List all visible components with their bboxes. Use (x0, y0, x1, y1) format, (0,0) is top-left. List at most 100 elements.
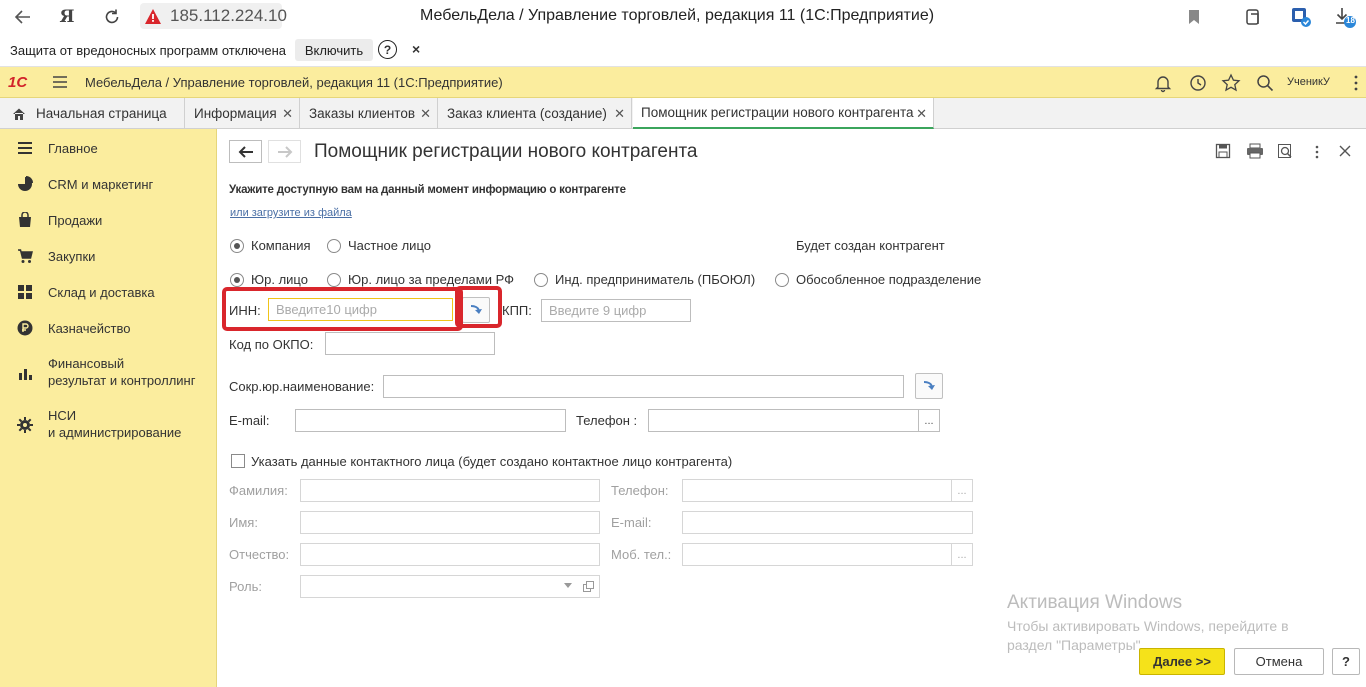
first-name-label: Имя: (229, 515, 258, 530)
radio-label: Компания (251, 238, 311, 253)
phone-label: Телефон : (576, 413, 638, 428)
sidebar-item-label: Казначейство (48, 321, 131, 336)
bag-icon (17, 212, 33, 228)
radio-individual-entrepreneur[interactable]: Инд. предприниматель (ПБОЮЛ) (534, 272, 755, 287)
help-button[interactable]: ? (1332, 648, 1360, 675)
close-tab-icon[interactable]: ✕ (916, 106, 927, 122)
radio-label: Обособленное подразделение (796, 272, 982, 287)
role-select[interactable] (300, 575, 600, 598)
sidebar-item-purchases[interactable]: Закупки (0, 247, 217, 269)
radio-legal-entity[interactable]: Юр. лицо (230, 272, 308, 287)
short-name-label: Сокр.юр.наименование: (229, 379, 375, 394)
close-icon[interactable] (1337, 143, 1355, 161)
bell-icon[interactable] (1153, 73, 1173, 93)
window-title: МебельДела / Управление торговлей, редак… (420, 7, 935, 24)
windows-activation-title: Активация Windows (1007, 592, 1183, 613)
protection-message: Защита от вредоносных программ отключена (10, 43, 287, 58)
tab-order-create[interactable]: Заказ клиента (создание) ✕ (439, 98, 632, 129)
close-tab-icon[interactable]: ✕ (420, 106, 431, 122)
okpo-input[interactable] (325, 332, 495, 355)
radio-company[interactable]: Компания (230, 238, 311, 253)
star-icon[interactable] (1221, 73, 1241, 93)
tabs-bar: Начальная страница Информация ✕ Заказы к… (0, 98, 1366, 129)
close-icon[interactable]: × (412, 41, 420, 57)
inn-placeholder: Введите10 цифр (276, 302, 377, 317)
radio-foreign-legal-entity[interactable]: Юр. лицо за пределами РФ (327, 272, 514, 287)
contact-phone-input[interactable] (682, 479, 952, 502)
patronymic-input[interactable] (300, 543, 600, 566)
sidebar-item-main[interactable]: Главное (0, 139, 217, 161)
tab-home[interactable]: Начальная страница (0, 98, 185, 129)
open-icon[interactable] (583, 581, 594, 592)
mobile-input[interactable] (682, 543, 952, 566)
sidebar-item-admin[interactable]: НСИ и администрирование (0, 407, 217, 445)
radio-indicator (775, 272, 789, 287)
sidebar-item-label: CRM и маркетинг (48, 177, 154, 192)
sidebar-item-label: НСИ и администрирование (48, 408, 182, 440)
sidebar-item-finance[interactable]: Финансовый результат и контроллинг (0, 355, 217, 393)
phone-input[interactable] (648, 409, 919, 432)
email-input[interactable] (295, 409, 566, 432)
fill-by-name-button[interactable] (915, 373, 943, 399)
sidebar-item-treasury[interactable]: Казначейство (0, 319, 217, 341)
downloads-icon[interactable]: 18 (1334, 6, 1356, 28)
main-menu-icon[interactable] (51, 73, 69, 91)
sidebar-item-sales[interactable]: Продажи (0, 211, 217, 233)
load-from-file-link[interactable]: или загрузите из файла (230, 207, 352, 219)
sidebar-item-warehouse[interactable]: Склад и доставка (0, 283, 217, 305)
radio-private-person[interactable]: Частное лицо (327, 238, 431, 253)
more-vertical-icon[interactable] (1308, 143, 1326, 161)
fill-by-inn-button[interactable] (462, 297, 490, 323)
help-icon[interactable]: ? (378, 40, 397, 59)
app-header: 1С МебельДела / Управление торговлей, ре… (0, 67, 1366, 98)
sidebar-item-label: Финансовый результат и контроллинг (48, 356, 196, 388)
last-name-input[interactable] (300, 479, 600, 502)
address-bar[interactable]: 185.112.224.10 (140, 3, 287, 29)
search-icon[interactable] (1255, 73, 1275, 93)
reload-icon[interactable] (101, 6, 123, 28)
contact-phone-select-button[interactable]: ... (951, 479, 973, 502)
form-title: Помощник регистрации нового контрагента (314, 141, 698, 162)
tab-label: Информация (194, 106, 277, 121)
inn-input[interactable]: Введите10 цифр (268, 298, 453, 321)
home-icon (12, 107, 26, 121)
cancel-button[interactable]: Отмена (1234, 648, 1324, 675)
sidebar-item-label: Продажи (48, 213, 103, 228)
phone-select-button[interactable]: ... (918, 409, 940, 432)
radio-label: Инд. предприниматель (ПБОЮЛ) (555, 272, 756, 287)
mobile-select-button[interactable]: ... (951, 543, 973, 566)
enable-protection-button[interactable]: Включить (295, 39, 373, 61)
tab-registration-wizard[interactable]: Помощник регистрации нового контрагента … (633, 98, 934, 129)
yandex-icon[interactable]: Я (56, 6, 78, 28)
save-icon[interactable] (1215, 143, 1233, 161)
extension-icon[interactable] (1290, 6, 1312, 28)
sidebar-item-crm[interactable]: CRM и маркетинг (0, 175, 217, 197)
address-text: 185.112.224.10 (170, 6, 287, 25)
next-button[interactable]: Далее >> (1139, 648, 1225, 675)
bar-chart-icon (17, 365, 33, 381)
collections-icon[interactable] (1243, 6, 1265, 28)
preview-icon[interactable] (1277, 143, 1295, 161)
kpp-label: КПП: (502, 303, 532, 318)
contact-person-checkbox[interactable] (231, 454, 245, 468)
user-name[interactable]: УченикУ (1287, 76, 1330, 88)
contact-email-input[interactable] (682, 511, 973, 534)
short-name-input[interactable] (383, 375, 904, 398)
close-tab-icon[interactable]: ✕ (282, 106, 293, 122)
more-vertical-icon[interactable] (1351, 73, 1361, 93)
tab-orders[interactable]: Заказы клиентов ✕ (301, 98, 438, 129)
back-button[interactable] (229, 140, 262, 163)
history-icon[interactable] (1188, 73, 1208, 93)
first-name-input[interactable] (300, 511, 600, 534)
print-icon[interactable] (1246, 143, 1264, 161)
back-arrow-icon[interactable] (12, 6, 34, 28)
contact-person-checkbox-label[interactable]: Указать данные контактного лица (будет с… (251, 454, 732, 469)
tab-label: Заказы клиентов (309, 106, 416, 121)
tab-label: Помощник регистрации нового контрагента (641, 105, 914, 120)
tab-info[interactable]: Информация ✕ (186, 98, 300, 129)
bookmark-icon[interactable] (1183, 6, 1205, 28)
forward-button[interactable] (268, 140, 301, 163)
kpp-input[interactable]: Введите 9 цифр (541, 299, 691, 322)
close-tab-icon[interactable]: ✕ (614, 106, 625, 122)
radio-separate-division[interactable]: Обособленное подразделение (775, 272, 981, 287)
